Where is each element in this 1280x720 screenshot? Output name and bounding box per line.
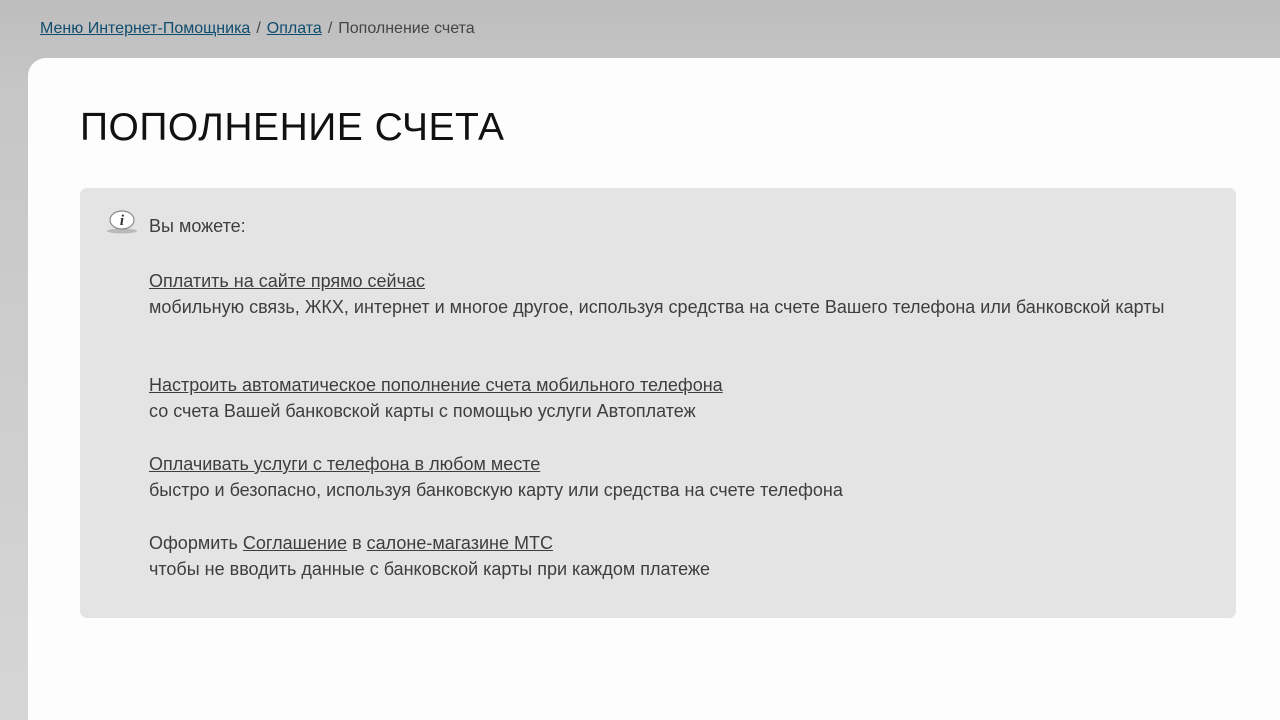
info-icon: i: [107, 210, 137, 234]
page: Меню Интернет-Помощника / Оплата / Пополнени…: [0, 0, 1280, 720]
option-pay-by-phone: Оплачивать услуги с телефона в любом мес…: [149, 451, 1209, 503]
breadcrumb: Меню Интернет-Помощника / Оплата / Пополнени…: [40, 20, 475, 38]
autopayment-description: со счета Вашей банковской карты с помощь…: [149, 401, 696, 421]
content-panel: ПОПОЛНЕНИЕ СЧЕТА i Вы можете: Оплатить н…: [28, 58, 1280, 720]
info-box: i Вы можете: Оплатить на сайте прямо сей…: [80, 188, 1236, 618]
option-agreement: Оформить Соглашение в салоне-магазине МТ…: [149, 530, 1209, 582]
option-pay-online: Оплатить на сайте прямо сейчас мобильную…: [149, 268, 1209, 320]
breadcrumb-separator: /: [256, 20, 261, 37]
intro-text: Вы можете:: [149, 216, 246, 236]
agreement-middle: в: [352, 533, 362, 553]
breadcrumb-separator: /: [327, 20, 333, 37]
pay-online-link[interactable]: Оплатить на сайте прямо сейчас: [149, 271, 425, 291]
breadcrumb-current: Пополнение счета: [338, 20, 475, 37]
pay-by-phone-link[interactable]: Оплачивать услуги с телефона в любом мес…: [149, 454, 540, 474]
mts-store-link[interactable]: салоне-магазине МТС: [367, 533, 553, 553]
pay-online-description: мобильную связь, ЖКХ, интернет и многое …: [149, 297, 1165, 317]
breadcrumb-link-menu[interactable]: Меню Интернет-Помощника: [40, 20, 250, 37]
agreement-prefix: Оформить: [149, 533, 238, 553]
agreement-link[interactable]: Соглашение: [243, 533, 347, 553]
agreement-description: чтобы не вводить данные с банковской кар…: [149, 559, 711, 579]
autopayment-link[interactable]: Настроить автоматическое пополнение счет…: [149, 375, 723, 395]
page-title: ПОПОЛНЕНИЕ СЧЕТА: [80, 106, 505, 149]
pay-by-phone-description: быстро и безопасно, используя банковскую…: [149, 480, 843, 500]
option-autopayment: Настроить автоматическое пополнение счет…: [149, 372, 1209, 424]
breadcrumb-link-payment[interactable]: Оплата: [267, 20, 322, 37]
